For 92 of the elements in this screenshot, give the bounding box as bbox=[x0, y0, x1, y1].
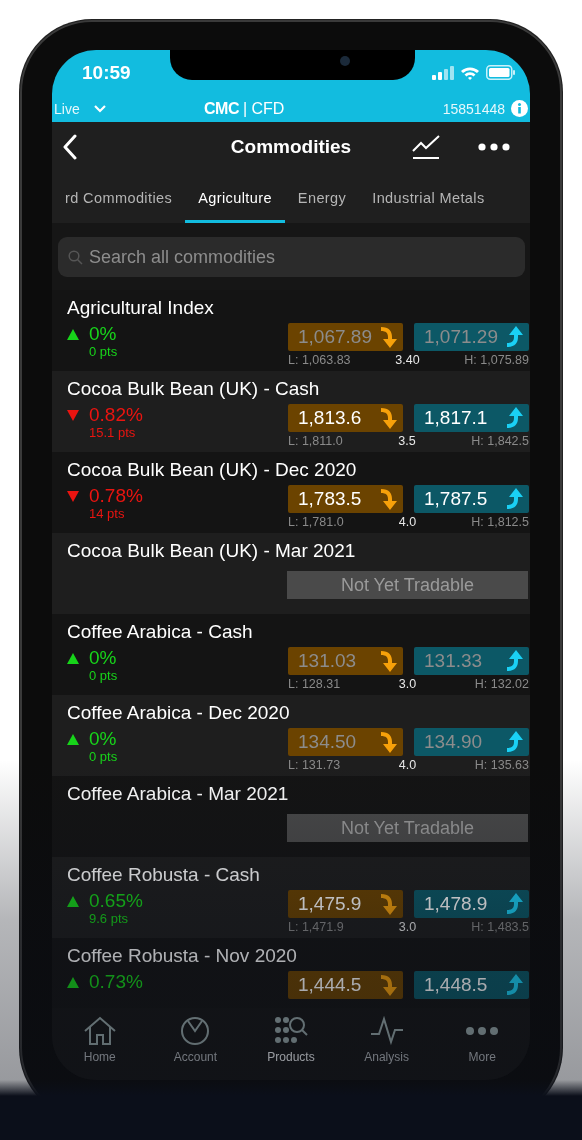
high-price: H: 1,812.5 bbox=[471, 515, 529, 529]
change-percent: 0.82% bbox=[89, 404, 143, 426]
change-percent: 0% bbox=[89, 647, 117, 669]
nav-tab[interactable]: Account bbox=[147, 1008, 244, 1080]
change-percent: 0.73% bbox=[89, 971, 143, 993]
down-arrow-icon bbox=[379, 892, 399, 916]
category-tab[interactable]: Industrial Metals bbox=[359, 172, 485, 223]
down-arrow-icon bbox=[379, 973, 399, 997]
down-arrow-icon bbox=[379, 730, 399, 754]
nav-tab[interactable]: More bbox=[434, 1008, 530, 1080]
category-tab[interactable]: rd Commodities bbox=[52, 172, 186, 223]
market-name: Cocoa Bulk Bean (UK) - Mar 2021 bbox=[67, 540, 357, 562]
market-name: Cocoa Bulk Bean (UK) - Cash bbox=[67, 378, 321, 400]
change-points: 15.1 pts bbox=[89, 426, 137, 440]
nav-tab[interactable]: Home bbox=[52, 1008, 148, 1080]
down-arrow-icon bbox=[379, 406, 399, 430]
change-percent: 0% bbox=[89, 323, 117, 345]
up-arrow-icon bbox=[505, 406, 525, 430]
market-name: Agricultural Index bbox=[67, 297, 215, 319]
page-title: Commodities bbox=[230, 136, 352, 157]
up-arrow-icon bbox=[505, 649, 525, 673]
nav-tab[interactable]: Products bbox=[243, 1008, 339, 1080]
market-name: Coffee Arabica - Cash bbox=[67, 621, 254, 643]
high-price: H: 132.02 bbox=[474, 677, 529, 691]
clock-time: 10:59 bbox=[82, 61, 132, 84]
up-arrow-icon bbox=[505, 892, 525, 916]
spread-value: 4.0 bbox=[398, 515, 417, 529]
change-points: 0 pts bbox=[89, 345, 119, 359]
down-arrow-icon bbox=[379, 487, 399, 511]
change-points: 0 pts bbox=[89, 669, 119, 683]
market-name: Coffee Robusta - Cash bbox=[67, 864, 261, 886]
category-tab[interactable]: Energy bbox=[284, 172, 360, 223]
more-icon bbox=[465, 1026, 500, 1036]
up-arrow-icon bbox=[505, 325, 525, 349]
change-percent: 0% bbox=[89, 728, 117, 750]
market-name: Coffee Robusta - Nov 2020 bbox=[67, 945, 298, 967]
signal-icon bbox=[432, 65, 454, 80]
product-label: | CFD bbox=[242, 99, 285, 118]
spread-value: 3.40 bbox=[395, 353, 420, 367]
more-icon[interactable] bbox=[478, 143, 510, 151]
up-arrow-icon bbox=[505, 730, 525, 754]
home-icon bbox=[82, 1016, 117, 1046]
pie-icon bbox=[180, 1016, 211, 1046]
low-price: L: 1,471.9 bbox=[288, 920, 344, 934]
down-arrow-icon bbox=[379, 649, 399, 673]
market-name: Coffee Arabica - Mar 2021 bbox=[67, 783, 290, 805]
buy-price-button[interactable]: 1,448.5 bbox=[414, 971, 529, 999]
low-price: L: 128.31 bbox=[288, 677, 341, 691]
dots-search-icon bbox=[274, 1016, 308, 1046]
change-percent: 0.78% bbox=[89, 485, 143, 507]
high-price: H: 135.63 bbox=[474, 758, 529, 772]
spread-value: 3.5 bbox=[398, 434, 416, 448]
pulse-icon bbox=[369, 1016, 404, 1046]
change-points: 0 pts bbox=[89, 750, 119, 764]
low-price: L: 1,811.0 bbox=[288, 434, 343, 448]
low-price: L: 1,063.83 bbox=[288, 353, 351, 367]
wifi-icon bbox=[460, 65, 480, 80]
sell-price-button[interactable]: 1,783.5 bbox=[288, 485, 403, 513]
chart-icon[interactable] bbox=[412, 134, 440, 160]
market-name: Cocoa Bulk Bean (UK) - Dec 2020 bbox=[67, 459, 358, 481]
down-arrow-icon bbox=[379, 325, 399, 349]
account-number: 15851448 bbox=[442, 100, 505, 117]
spread-value: 3.0 bbox=[398, 920, 417, 934]
spread-value: 4.0 bbox=[398, 758, 417, 772]
brand-logo: CMC bbox=[204, 99, 239, 118]
buy-price-button[interactable]: 1,787.5 bbox=[414, 485, 529, 513]
buy-price-button[interactable]: 1,478.9 bbox=[414, 890, 529, 918]
battery-icon bbox=[486, 65, 516, 80]
market-name: Coffee Arabica - Dec 2020 bbox=[67, 702, 291, 724]
change-points: 14 pts bbox=[89, 507, 126, 521]
change-points: 9.6 pts bbox=[89, 912, 130, 926]
up-arrow-icon bbox=[505, 973, 525, 997]
spread-value: 3.0 bbox=[398, 677, 417, 691]
high-price: H: 1,483.5 bbox=[471, 920, 529, 934]
camera-icon bbox=[340, 56, 350, 66]
low-price: L: 1,781.0 bbox=[288, 515, 344, 529]
search-icon bbox=[68, 250, 83, 265]
search-field[interactable]: Search all commodities bbox=[58, 237, 525, 277]
chevron-down-icon bbox=[93, 104, 106, 113]
sell-price-button[interactable]: 1,444.5 bbox=[288, 971, 403, 999]
not-tradable-status: Not Yet Tradable bbox=[287, 571, 528, 599]
high-price: H: 1,842.5 bbox=[471, 434, 529, 448]
change-percent: 0.65% bbox=[89, 890, 143, 912]
sell-price-button[interactable]: 1,475.9 bbox=[288, 890, 403, 918]
back-icon[interactable] bbox=[62, 134, 78, 160]
low-price: L: 131.73 bbox=[288, 758, 341, 772]
not-tradable-status: Not Yet Tradable bbox=[287, 814, 528, 842]
nav-tab[interactable]: Analysis bbox=[338, 1008, 435, 1080]
buy-price-button[interactable]: 1,817.1 bbox=[414, 404, 529, 432]
high-price: H: 1,075.89 bbox=[464, 353, 529, 367]
up-arrow-icon bbox=[505, 487, 525, 511]
sell-price-button[interactable]: 1,813.6 bbox=[288, 404, 403, 432]
